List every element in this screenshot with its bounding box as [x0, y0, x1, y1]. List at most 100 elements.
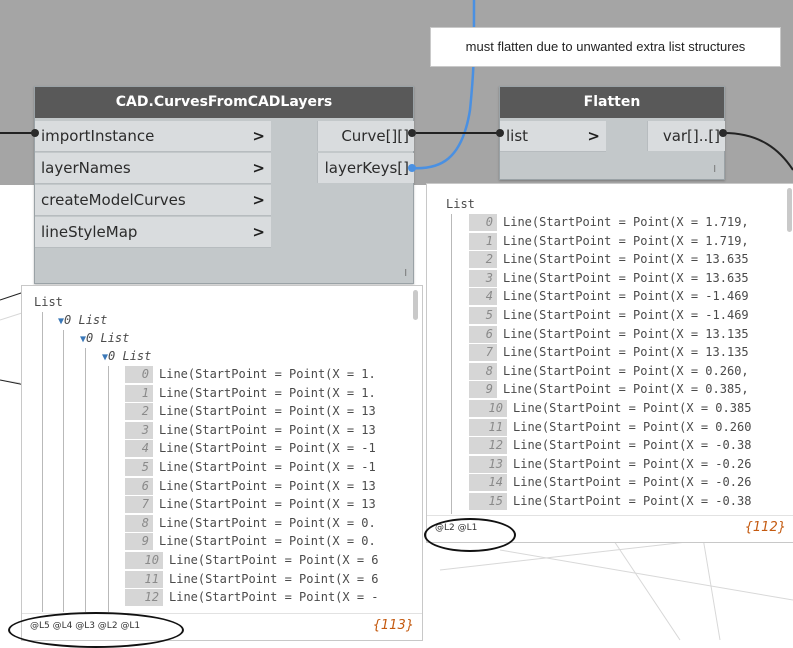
- list-item: 12 Line(StartPoint = Point(X = -: [125, 589, 379, 607]
- preview-tree[interactable]: List ▼0 List ▼0 List ▼0 List 0 Line(Start…: [22, 286, 412, 612]
- node-title[interactable]: Flatten: [500, 87, 724, 118]
- tree-guide-line: [63, 330, 64, 612]
- list-item: 6 Line(StartPoint = Point(X = 13: [125, 477, 376, 495]
- watch-preview-flatten[interactable]: List 0 Line(StartPoint = Point(X = 1.719,…: [426, 183, 793, 543]
- list-item-value: Line(StartPoint = Point(X = 0.260: [513, 419, 752, 434]
- list-item: 2 Line(StartPoint = Point(X = 13: [125, 403, 376, 421]
- list-item-index: 5: [125, 459, 153, 476]
- preview-scrollbar[interactable]: [787, 188, 792, 232]
- list-item: 5 Line(StartPoint = Point(X = -1: [125, 459, 376, 476]
- list-item: 0 Line(StartPoint = Point(X = 1.: [125, 366, 376, 383]
- input-port-createmodelcurves[interactable]: createModelCurves >: [35, 185, 271, 216]
- tree-node-level-2[interactable]: ▼0 List: [80, 330, 129, 347]
- list-item: 1 Line(StartPoint = Point(X = 1.719,: [469, 232, 749, 250]
- list-item-value: Line(StartPoint = Point(X = 0.: [159, 534, 376, 549]
- port-label: importInstance: [41, 127, 155, 145]
- list-item-value: Line(StartPoint = Point(X = 13: [159, 478, 376, 493]
- list-item: 12 Line(StartPoint = Point(X = -0.38: [469, 437, 751, 455]
- list-item-value: Line(StartPoint = Point(X = 0.385: [513, 401, 752, 415]
- output-port-curve[interactable]: Curve[][]: [317, 121, 414, 151]
- tree-guide-line: [42, 312, 43, 612]
- list-item-index: 11: [125, 570, 163, 588]
- list-item: 6 Line(StartPoint = Point(X = 13.135: [469, 325, 749, 343]
- chevron-right-icon: >: [252, 159, 265, 177]
- lacing-mark: l: [713, 165, 716, 175]
- node-cad-curves-from-cad-layers[interactable]: CAD.CurvesFromCADLayers importInstance >…: [34, 86, 414, 284]
- input-port-list[interactable]: list >: [500, 121, 606, 152]
- port-label: createModelCurves: [41, 191, 186, 209]
- list-item-value: Line(StartPoint = Point(X = -0.26: [513, 456, 752, 471]
- list-item-index: 15: [469, 493, 507, 510]
- chevron-right-icon: >: [587, 127, 600, 145]
- port-label: var[]..[]: [662, 127, 720, 145]
- input-port-dot: [31, 129, 39, 137]
- list-item-value: Line(StartPoint = Point(X = 6: [169, 553, 379, 567]
- list-item: 10 Line(StartPoint = Point(X = 0.385: [469, 400, 751, 417]
- list-item-value: Line(StartPoint = Point(X = 6: [169, 571, 379, 586]
- list-item-index: 12: [469, 437, 507, 455]
- item-count: {113}: [372, 618, 414, 633]
- list-item-index: 1: [125, 384, 153, 402]
- list-item-value: Line(StartPoint = Point(X = 13.635: [503, 270, 749, 285]
- list-item-index: 3: [125, 421, 153, 439]
- tree-node-level-3[interactable]: ▼0 List: [102, 348, 151, 365]
- watch-preview-cad[interactable]: List ▼0 List ▼0 List ▼0 List 0 Line(Start…: [21, 285, 423, 641]
- node-flatten[interactable]: Flatten list > var[]..[] l: [499, 86, 725, 180]
- input-port-dot: [496, 129, 504, 137]
- list-item-index: 14: [469, 474, 507, 492]
- list-item: 5 Line(StartPoint = Point(X = -1.469: [469, 307, 749, 324]
- list-item-index: 1: [469, 232, 497, 250]
- list-item-index: 8: [469, 362, 497, 380]
- tree-node-label: 0 List: [108, 349, 152, 363]
- list-item-index: 0: [125, 366, 153, 383]
- list-item: 15 Line(StartPoint = Point(X = -0.38: [469, 493, 751, 510]
- list-item: 11 Line(StartPoint = Point(X = 6: [125, 570, 379, 588]
- list-item-value: Line(StartPoint = Point(X = -1.469: [503, 308, 749, 322]
- list-item: 7 Line(StartPoint = Point(X = 13: [125, 496, 376, 514]
- list-item-value: Line(StartPoint = Point(X = -1.469: [503, 289, 749, 304]
- list-item-index: 5: [469, 307, 497, 324]
- node-title[interactable]: CAD.CurvesFromCADLayers: [35, 87, 413, 118]
- list-item-index: 2: [125, 403, 153, 421]
- list-item-index: 9: [125, 533, 153, 551]
- list-item-index: 4: [125, 440, 153, 458]
- list-item: 10 Line(StartPoint = Point(X = 6: [125, 552, 379, 569]
- list-item-value: Line(StartPoint = Point(X = 13.135: [503, 345, 749, 360]
- preview-tree[interactable]: List 0 Line(StartPoint = Point(X = 1.719,…: [427, 184, 787, 514]
- list-item-value: Line(StartPoint = Point(X = -0.26: [513, 475, 752, 490]
- list-item-value: Line(StartPoint = Point(X = 13.635: [503, 252, 749, 267]
- list-item-index: 3: [469, 269, 497, 287]
- list-item: 7 Line(StartPoint = Point(X = 13.135: [469, 344, 749, 362]
- list-item-value: Line(StartPoint = Point(X = 1.719,: [503, 233, 749, 248]
- input-port-layernames[interactable]: layerNames >: [35, 153, 271, 184]
- list-item: 3 Line(StartPoint = Point(X = 13.635: [469, 269, 749, 287]
- list-item-value: Line(StartPoint = Point(X = 13: [159, 497, 376, 512]
- list-item-value: Line(StartPoint = Point(X = -1: [159, 460, 376, 474]
- list-item-index: 6: [469, 325, 497, 343]
- list-item: 1 Line(StartPoint = Point(X = 1.: [125, 384, 376, 402]
- input-port-linestylemap[interactable]: lineStyleMap >: [35, 217, 271, 248]
- list-item-value: Line(StartPoint = Point(X = 13.135: [503, 326, 749, 341]
- input-port-importinstance[interactable]: importInstance >: [35, 121, 271, 152]
- list-item: 14 Line(StartPoint = Point(X = -0.26: [469, 474, 752, 492]
- port-label: Curve[][]: [341, 127, 409, 145]
- tree-node-label: 0 List: [64, 313, 108, 327]
- list-item: 9 Line(StartPoint = Point(X = 0.: [125, 533, 376, 551]
- list-item-value: Line(StartPoint = Point(X = 0.: [159, 515, 376, 530]
- tree-node-level-1[interactable]: ▼0 List: [58, 312, 107, 329]
- output-port-dot: [408, 164, 416, 172]
- annotation-note[interactable]: must flatten due to unwanted extra list …: [430, 27, 781, 67]
- list-item-value: Line(StartPoint = Point(X = 0.260,: [503, 363, 749, 378]
- output-port-dot: [408, 129, 416, 137]
- list-item: 11 Line(StartPoint = Point(X = 0.260: [469, 418, 752, 436]
- list-item: 8 Line(StartPoint = Point(X = 0.260,: [469, 362, 749, 380]
- port-label: layerKeys[]: [324, 159, 409, 177]
- list-item-value: Line(StartPoint = Point(X = 13: [159, 404, 376, 419]
- list-item: 0 Line(StartPoint = Point(X = 1.719,: [469, 214, 749, 231]
- list-item-value: Line(StartPoint = Point(X = -: [169, 590, 379, 605]
- output-port-layerkeys[interactable]: layerKeys[]: [317, 153, 414, 183]
- chevron-right-icon: >: [252, 127, 265, 145]
- list-item-index: 10: [125, 552, 163, 569]
- output-port-var[interactable]: var[]..[]: [647, 121, 725, 151]
- preview-scrollbar[interactable]: [413, 290, 418, 320]
